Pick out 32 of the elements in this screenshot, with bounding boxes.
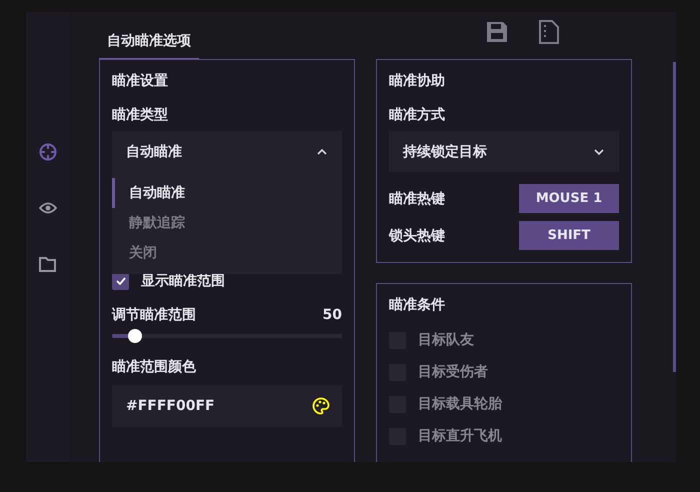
- panel-title: 瞄准协助: [389, 72, 446, 91]
- dropdown-option[interactable]: 自动瞄准: [112, 178, 342, 208]
- hotkey-label: 锁头热键: [389, 226, 445, 244]
- eye-icon: [38, 202, 56, 214]
- checkbox-label: 目标载具轮胎: [418, 395, 502, 413]
- slider-value: 50: [322, 307, 342, 323]
- aim-mode-select[interactable]: 持续锁定目标: [389, 131, 619, 172]
- hotkey-button[interactable]: MOUSE 1: [519, 184, 619, 213]
- scrollbar[interactable]: [673, 62, 676, 372]
- field-label: 瞄准类型: [112, 107, 168, 123]
- panel-title: 瞄准设置: [112, 72, 169, 91]
- hotkey-button[interactable]: SHIFT: [519, 221, 619, 250]
- chevron-icon: [593, 148, 605, 156]
- color-field[interactable]: #FFFF00FF: [112, 385, 342, 427]
- file-icon[interactable]: [537, 20, 561, 46]
- checkbox-label: 目标受伤者: [418, 363, 488, 381]
- check-icon: [116, 277, 126, 285]
- dropdown-option[interactable]: 静默追踪: [112, 208, 342, 238]
- aim-type-select[interactable]: 自动瞄准: [112, 131, 342, 172]
- palette-icon[interactable]: [312, 397, 330, 415]
- crosshair-icon: [38, 143, 56, 161]
- folder-icon: [39, 256, 56, 272]
- chevron-icon: [316, 148, 328, 156]
- field-label: 瞄准方式: [389, 107, 445, 123]
- checkbox-label: 目标队友: [418, 331, 474, 349]
- dropdown-option[interactable]: 关闭: [112, 238, 342, 268]
- hotkey-label: 瞄准热键: [389, 190, 445, 208]
- panel-title: 瞄准条件: [389, 296, 446, 315]
- slider-label: 调节瞄准范围: [112, 306, 196, 324]
- checkbox-label: 目标直升飞机: [418, 427, 502, 445]
- field-label: 瞄准范围颜色: [112, 359, 196, 375]
- checkbox-label: 显示瞄准范围: [141, 272, 225, 290]
